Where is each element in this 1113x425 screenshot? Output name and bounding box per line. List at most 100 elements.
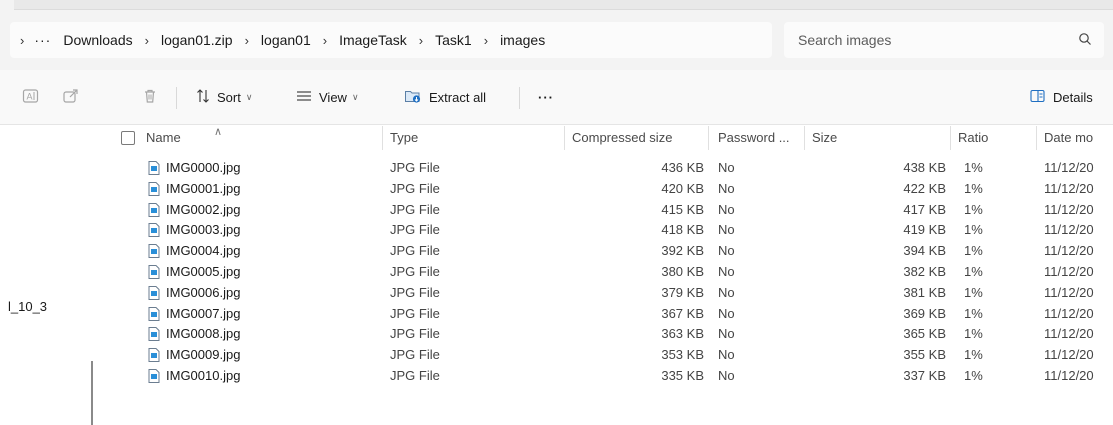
file-name[interactable]: IMG0008.jpg: [166, 324, 376, 344]
file-date-modified: 11/12/20: [1044, 347, 1094, 363]
file-name[interactable]: IMG0003.jpg: [166, 220, 376, 240]
chevron-right-icon[interactable]: ›: [323, 33, 327, 48]
rename-button[interactable]: A: [22, 70, 40, 124]
table-row[interactable]: IMG0004.jpg JPG File 392 KB No 394 KB 1% 11/12…: [0, 241, 1113, 261]
file-ratio: 1%: [964, 347, 983, 363]
sort-button[interactable]: Sort ∨: [196, 70, 252, 124]
chevron-right-icon[interactable]: ›: [419, 33, 423, 48]
file-date-modified: 11/12/20: [1044, 222, 1094, 238]
file-ratio: 1%: [964, 243, 983, 259]
table-row[interactable]: IMG0001.jpg JPG File 420 KB No 422 KB 1% 11/12…: [0, 179, 1113, 199]
column-header-row: Name ∧ Type Compressed size Password ...…: [0, 124, 1113, 152]
file-name[interactable]: IMG0000.jpg: [166, 158, 376, 178]
column-divider[interactable]: [950, 126, 951, 150]
trash-icon: [142, 88, 158, 107]
file-password: No: [718, 326, 735, 342]
more-options-button[interactable]: ···: [538, 70, 554, 124]
table-row[interactable]: IMG0000.jpg JPG File 436 KB No 438 KB 1% 11/12…: [0, 158, 1113, 178]
sort-icon: [196, 88, 210, 107]
file-ratio: 1%: [964, 180, 983, 196]
column-header-date-modified[interactable]: Date mo: [1044, 124, 1093, 152]
toolbar-divider: [519, 87, 520, 109]
file-date-modified: 11/12/20: [1044, 264, 1094, 279]
delete-button[interactable]: [142, 70, 158, 124]
rename-icon: A: [22, 88, 40, 107]
breadcrumb-logan01[interactable]: logan01: [259, 32, 313, 48]
breadcrumb-imagetask[interactable]: ImageTask: [337, 32, 409, 48]
table-row[interactable]: IMG0006.jpg JPG File 379 KB No 381 KB 1% 11/12…: [0, 283, 1113, 303]
file-date-modified: 11/12/20: [1044, 243, 1094, 259]
file-type: JPG File: [390, 222, 440, 238]
column-divider[interactable]: [804, 126, 805, 150]
file-name[interactable]: IMG0004.jpg: [166, 241, 376, 261]
column-header-password[interactable]: Password ...: [718, 124, 790, 152]
column-divider[interactable]: [708, 126, 709, 150]
column-divider[interactable]: [382, 126, 383, 150]
chevron-right-icon[interactable]: ›: [20, 33, 24, 48]
breadcrumb-downloads[interactable]: Downloads: [61, 32, 134, 48]
details-button[interactable]: Details: [1030, 70, 1093, 124]
file-name[interactable]: IMG0007.jpg: [166, 304, 376, 324]
breadcrumb-images[interactable]: images: [498, 32, 547, 48]
table-row[interactable]: IMG0007.jpg JPG File 367 KB No 369 KB 1% 11/12…: [0, 304, 1113, 324]
file-compressed-size: 353 KB: [661, 347, 704, 363]
file-name[interactable]: IMG0006.jpg: [166, 283, 376, 303]
view-label: View: [319, 89, 347, 105]
table-row[interactable]: IMG0002.jpg JPG File 415 KB No 417 KB 1% 11/12…: [0, 200, 1113, 220]
file-ratio: 1%: [964, 222, 983, 238]
chevron-right-icon[interactable]: ›: [145, 33, 149, 48]
search-input[interactable]: Search images: [798, 32, 891, 48]
file-size: 365 KB: [903, 326, 946, 342]
column-header-compressed-size[interactable]: Compressed size: [572, 124, 672, 152]
table-row[interactable]: IMG0003.jpg JPG File 418 KB No 419 KB 1% 11/12…: [0, 220, 1113, 240]
file-ratio: 1%: [964, 326, 983, 342]
chevron-right-icon[interactable]: ›: [245, 33, 249, 48]
file-name[interactable]: IMG0001.jpg: [166, 179, 376, 199]
address-bar[interactable]: › ··· Downloads › logan01.zip › logan01 …: [10, 22, 772, 58]
svg-text:A: A: [27, 91, 33, 101]
file-date-modified: 11/12/20: [1044, 284, 1094, 300]
column-divider[interactable]: [564, 126, 565, 150]
table-row[interactable]: IMG0009.jpg JPG File 353 KB No 355 KB 1% 11/12…: [0, 345, 1113, 365]
search-box[interactable]: Search images: [784, 22, 1104, 58]
file-password: No: [718, 160, 735, 175]
search-icon[interactable]: [1078, 32, 1092, 49]
column-header-size[interactable]: Size: [812, 124, 837, 152]
file-name[interactable]: IMG0002.jpg: [166, 200, 376, 220]
breadcrumb-logan01-zip[interactable]: logan01.zip: [159, 32, 235, 48]
toolbar-divider: [176, 87, 177, 109]
file-password: No: [718, 284, 735, 300]
view-button[interactable]: View ∨: [296, 70, 359, 124]
column-header-ratio[interactable]: Ratio: [958, 124, 988, 152]
file-type: JPG File: [390, 201, 440, 217]
jpg-file-icon: [148, 223, 160, 238]
file-size: 417 KB: [903, 201, 946, 217]
table-row[interactable]: IMG0008.jpg JPG File 363 KB No 365 KB 1% 11/12…: [0, 324, 1113, 344]
file-ratio: 1%: [964, 160, 983, 175]
breadcrumb-task1[interactable]: Task1: [433, 32, 474, 48]
column-header-name[interactable]: Name: [146, 124, 181, 152]
extract-all-button[interactable]: Extract all: [404, 70, 486, 124]
view-icon: [296, 89, 312, 106]
file-name[interactable]: IMG0010.jpg: [166, 366, 376, 386]
file-size: 337 KB: [903, 368, 946, 383]
select-all-checkbox[interactable]: [121, 131, 135, 145]
file-size: 422 KB: [903, 180, 946, 196]
file-compressed-size: 379 KB: [661, 284, 704, 300]
file-ratio: 1%: [964, 264, 983, 279]
column-header-type[interactable]: Type: [390, 124, 418, 152]
table-row[interactable]: IMG0010.jpg JPG File 335 KB No 337 KB 1% 11/12…: [0, 366, 1113, 386]
file-name[interactable]: IMG0009.jpg: [166, 345, 376, 365]
file-name[interactable]: IMG0005.jpg: [166, 262, 376, 282]
jpg-file-icon: [148, 369, 160, 383]
file-type: JPG File: [390, 160, 440, 175]
table-row[interactable]: IMG0005.jpg JPG File 380 KB No 382 KB 1% 11/12…: [0, 262, 1113, 282]
chevron-right-icon[interactable]: ›: [484, 33, 488, 48]
file-date-modified: 11/12/20: [1044, 326, 1094, 342]
file-type: JPG File: [390, 284, 440, 300]
column-divider[interactable]: [1036, 126, 1037, 150]
file-ratio: 1%: [964, 368, 983, 383]
share-button[interactable]: [62, 70, 80, 124]
breadcrumb-overflow-button[interactable]: ···: [34, 32, 51, 48]
file-compressed-size: 418 KB: [661, 222, 704, 238]
